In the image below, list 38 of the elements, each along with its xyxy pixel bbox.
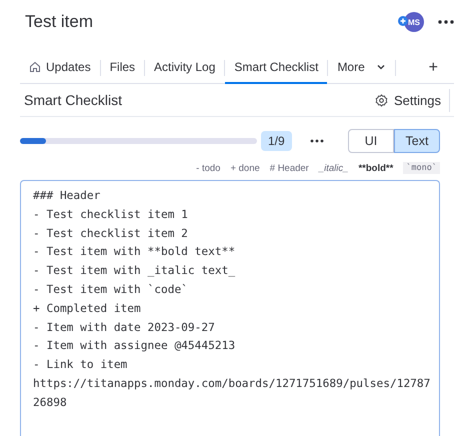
tab[interactable]: More bbox=[328, 52, 395, 84]
more-icon bbox=[310, 139, 324, 143]
format-hint: - todo bbox=[196, 162, 220, 174]
more-icon[interactable] bbox=[438, 20, 454, 24]
editor-line: ### Header bbox=[33, 188, 102, 204]
home-icon bbox=[29, 61, 41, 73]
editor-line: https://titanapps.monday.com/boards/1271751689/pulses/12787 bbox=[33, 376, 427, 392]
format-hint: **bold** bbox=[358, 162, 394, 174]
tab[interactable]: Files bbox=[100, 52, 144, 84]
add-person-icon[interactable] bbox=[398, 16, 408, 26]
add-tab-button[interactable]: + bbox=[422, 58, 444, 78]
editor-line: - Test item with **bold text** bbox=[33, 244, 236, 260]
editor-line: 26898 bbox=[33, 394, 68, 411]
view-toggle-button[interactable]: Text bbox=[394, 129, 440, 153]
editor-line: - Test checklist item 1 bbox=[33, 206, 189, 223]
editor-line: + Completed item bbox=[33, 300, 142, 317]
editor-line: - Test item with _italic text_ bbox=[33, 263, 236, 280]
editor-line: - Item with date 2023-09-27 bbox=[33, 320, 216, 336]
format-hint: # Header bbox=[270, 162, 309, 174]
editor-line: - Link to item bbox=[33, 357, 128, 374]
editor-line: - Test item with `code` bbox=[33, 282, 189, 298]
avatar[interactable]: MS bbox=[404, 12, 424, 32]
format-hint: + done bbox=[230, 162, 260, 174]
tab[interactable]: Smart Checklist bbox=[225, 52, 328, 84]
format-hint: _italic_ bbox=[318, 162, 348, 174]
editor-line: - Item with assignee @45445213 bbox=[33, 338, 236, 354]
format-hint: `mono` bbox=[403, 162, 440, 174]
tab[interactable]: Activity Log bbox=[145, 52, 224, 84]
tab[interactable]: Updates bbox=[20, 52, 100, 84]
settings-icon bbox=[375, 94, 388, 106]
markdown-editor[interactable] bbox=[20, 180, 440, 436]
item-title: Test item bbox=[25, 12, 94, 32]
chevron-down-icon bbox=[376, 62, 386, 72]
section-title: Smart Checklist bbox=[24, 92, 124, 108]
view-toggle-button[interactable]: UI bbox=[348, 129, 394, 153]
editor-line: - Test checklist item 2 bbox=[33, 226, 189, 242]
settings-button[interactable]: Settings bbox=[367, 88, 450, 112]
progress-count: 1/9 bbox=[261, 131, 292, 151]
